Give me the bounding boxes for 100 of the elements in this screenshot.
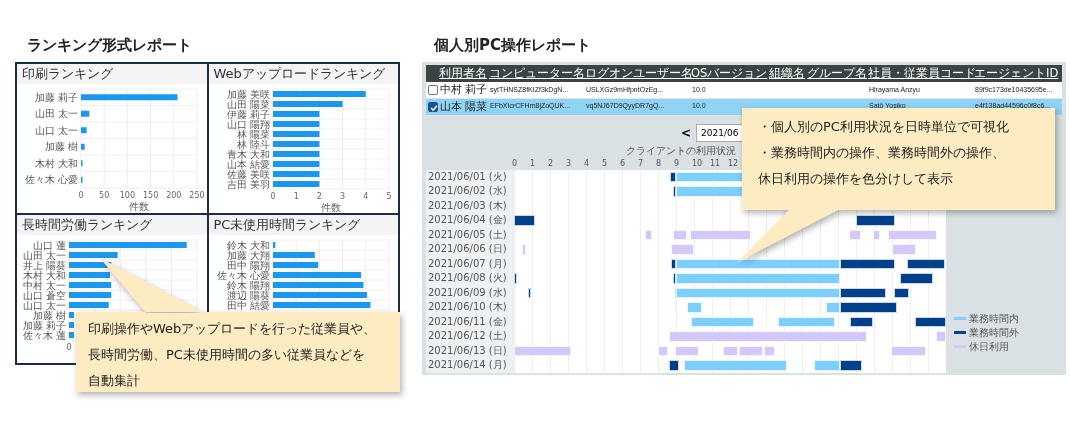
tick-label: 12	[728, 157, 740, 170]
card-title: 長時間労働ランキング	[17, 214, 207, 235]
checkbox[interactable]	[428, 84, 438, 95]
tick-label: 7	[638, 157, 645, 170]
column-header[interactable]: 組織名	[769, 66, 805, 80]
row-label: 2021/06/13 (日)	[427, 343, 508, 358]
month-field[interactable]: 2021/06	[696, 123, 743, 142]
axis-title: 件数	[129, 201, 149, 212]
row-label: 2021/06/08 (火)	[427, 271, 508, 285]
callout-text: 自動集計	[88, 372, 141, 390]
bar	[69, 291, 112, 298]
row-label: 2021/06/07 (月)	[427, 256, 508, 271]
bar	[272, 161, 319, 167]
usage-bar	[658, 345, 669, 356]
tick-label: 2	[316, 192, 322, 201]
row-label: 2021/06/02 (水)	[427, 184, 508, 198]
column-header[interactable]: OSバージョン	[691, 66, 768, 80]
tick-label: 1	[530, 157, 537, 170]
axis-label: 山口 蒼空	[22, 289, 66, 300]
axis-label: 山田 太一	[34, 108, 78, 120]
axis-label: 伊藤 莉子	[226, 108, 270, 120]
usage-bar	[892, 244, 916, 255]
bar	[69, 301, 109, 308]
axis-label: 青木 大和	[226, 148, 270, 160]
bar	[81, 127, 87, 134]
bar	[69, 271, 110, 278]
axis-label: 山口 太一	[22, 299, 66, 310]
bar	[69, 251, 118, 258]
column-header[interactable]: 社員・従業員コード	[868, 66, 976, 80]
axis-label: 佐々木 心愛	[24, 174, 78, 186]
tick-label: 0	[269, 192, 276, 201]
usage-bar	[856, 215, 895, 226]
bar	[272, 131, 319, 137]
bar	[272, 121, 319, 127]
usage-bar	[848, 229, 861, 240]
legend-swatch	[954, 331, 966, 334]
axis-label: 加藤 莉子	[22, 319, 66, 330]
axis-label: 佐々木 蓮	[22, 329, 66, 340]
bar	[69, 331, 74, 338]
row-label: 2021/06/01 (火)	[427, 169, 508, 184]
legend-label: 業務時間外	[969, 326, 1019, 340]
tick-label: 3	[566, 157, 573, 170]
callout-text: 休日利用の操作を色分けして表示	[758, 170, 954, 188]
tick-label: 0	[66, 342, 72, 352]
axis-title: 件数	[320, 202, 341, 212]
legend-label: 休日利用	[969, 340, 1009, 354]
row-label: 2021/06/09 (水)	[427, 285, 508, 300]
callout-text: 印刷操作やWebアップロードを行った従業員や、	[88, 320, 377, 338]
usage-bar	[893, 287, 909, 298]
column-header[interactable]: 利用者名	[439, 66, 487, 80]
tick-label: 11	[710, 157, 722, 170]
previous-button[interactable]: <	[676, 124, 697, 141]
bar	[272, 111, 319, 117]
usage-bar	[673, 229, 687, 240]
bar	[81, 143, 85, 150]
card-title: PC未使用時間ランキング	[208, 214, 398, 235]
row-label: 2021/06/12 (土)	[427, 329, 508, 343]
bar	[81, 110, 90, 117]
axis-label: 加藤 美咲	[226, 88, 270, 100]
usage-bar	[887, 229, 937, 240]
axis-label: 山口 陽翔	[226, 118, 270, 130]
tick-label: 10	[692, 157, 704, 170]
tick-label: 5	[602, 157, 609, 170]
column-header[interactable]: コンピューター名	[489, 66, 585, 80]
axis-label: 山本 結愛	[226, 158, 270, 170]
bar	[272, 171, 319, 177]
axis-label: 井上 陽葵	[22, 259, 66, 270]
tick-label: 8	[656, 157, 663, 170]
row-label: 2021/06/11 (金)	[427, 314, 508, 329]
section-title: 個人別PC操作レポート	[434, 35, 592, 56]
bar	[272, 151, 319, 157]
axis-label: 加藤 大翔	[226, 249, 270, 260]
axis-label: 山口 太一	[34, 124, 78, 136]
axis-label: 吉田 美羽	[226, 178, 270, 190]
tick-label: 6	[620, 157, 627, 170]
tick-label: 2	[548, 157, 555, 170]
row-label: 2021/06/10 (木)	[427, 300, 508, 314]
tick-label: 4	[362, 192, 368, 201]
axis-label: 加藤 樹	[44, 141, 78, 153]
callout-text: ・個人別のPC利用状況を日時単位で可視化	[758, 118, 1009, 136]
tick-label: 250	[189, 191, 205, 200]
usage-bar	[872, 229, 880, 240]
usage-bar	[850, 316, 873, 327]
bar	[272, 251, 315, 258]
tick-label: 5	[385, 192, 392, 201]
usage-bar	[689, 229, 751, 240]
axis-label: 鈴木 大和	[226, 239, 270, 250]
axis-label: 加藤 樹	[32, 309, 66, 320]
tick-label: 4	[584, 157, 591, 170]
axis-label: 山田 太一	[22, 249, 66, 260]
tick-label: 50	[99, 191, 110, 200]
card-title: 印刷ランキング	[17, 64, 207, 84]
axis-label: 山田 陽菜	[226, 98, 270, 110]
callout-text: 長時間労働、PC未使用時間の多い従業員などを	[88, 346, 366, 364]
usage-bar	[644, 229, 652, 240]
tick-label: 9	[674, 157, 681, 170]
bar	[69, 321, 74, 328]
tick-label: 3	[339, 192, 345, 201]
column-header[interactable]: グループ名	[807, 66, 867, 80]
tick-label: 0	[78, 191, 84, 200]
